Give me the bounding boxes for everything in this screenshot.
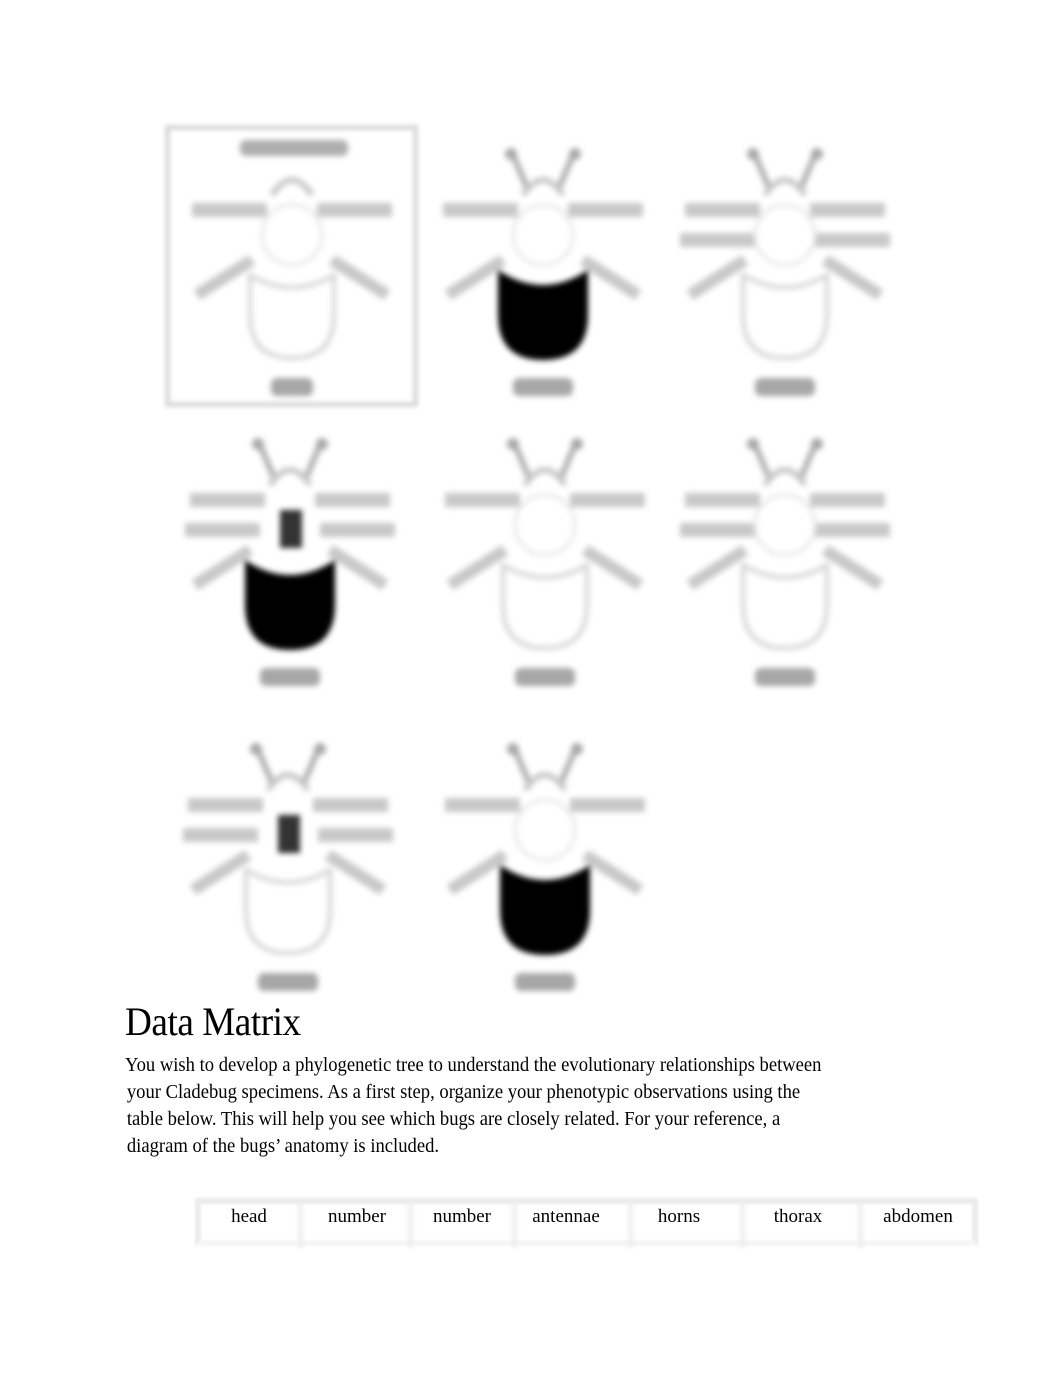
- abdomen-icon: [498, 270, 588, 360]
- bug-specimen: [425, 725, 665, 1005]
- bug-specimen: [665, 420, 905, 700]
- antenna-tip-icon: [571, 438, 583, 450]
- table-header-head: head: [231, 1206, 267, 1227]
- bug-specimen: [170, 420, 410, 700]
- bug-name-label-blurred: [271, 378, 313, 396]
- antenna-tip-icon: [569, 148, 581, 160]
- antenna-tip-icon: [507, 743, 519, 755]
- antenna-tip-icon: [571, 743, 583, 755]
- head-icon: [762, 177, 808, 197]
- bug-name-label-blurred: [755, 378, 815, 396]
- table-header-thorax: thorax: [773, 1206, 823, 1227]
- antenna-tip-icon: [811, 438, 823, 450]
- antenna-icon: [510, 153, 576, 192]
- thorax-icon: [513, 493, 577, 557]
- bug-name-label-blurred: [755, 668, 815, 686]
- thorax-icon: [753, 493, 817, 557]
- antenna-tip-icon: [314, 743, 326, 755]
- paragraph-line: table below. This will help you see whic…: [126, 1108, 781, 1130]
- antenna-icon: [257, 443, 323, 482]
- antenna-tip-icon: [811, 148, 823, 160]
- antenna-tip-icon: [505, 148, 517, 160]
- anatomy-diagram-bug: [172, 130, 412, 410]
- bug-specimen: [665, 130, 905, 410]
- antenna-icon: [512, 443, 578, 482]
- bug-name-label-blurred: [513, 378, 573, 396]
- antenna-tip-icon: [316, 438, 328, 450]
- head-icon: [522, 772, 568, 792]
- antenna-tip-icon: [250, 743, 262, 755]
- table-header-number: number: [327, 1206, 387, 1227]
- head-icon: [762, 467, 808, 487]
- antenna-tip-icon: [747, 438, 759, 450]
- head-icon: [269, 177, 315, 197]
- abdomen-icon: [500, 865, 590, 955]
- bug-illustrations: [0, 0, 1062, 1000]
- head-icon: [265, 772, 311, 792]
- bug-specimen: [425, 420, 665, 700]
- thorax-icon: [753, 203, 817, 267]
- antenna-icon: [255, 748, 321, 787]
- table-header-number: number: [432, 1206, 492, 1227]
- abdomen-icon: [244, 866, 332, 956]
- antenna-icon: [752, 153, 818, 192]
- bug-specimen: [168, 725, 408, 1005]
- table-header-horns: horns: [657, 1206, 701, 1227]
- thorax-icon: [260, 203, 324, 267]
- section-title: Data Matrix: [125, 999, 301, 1044]
- bug-name-label-blurred: [515, 973, 575, 991]
- antenna-icon: [512, 748, 578, 787]
- thorax-icon: [513, 798, 577, 862]
- intro-paragraph: You wish to develop a phylogenetic tree …: [125, 1052, 869, 1160]
- thorax-icon: [511, 203, 575, 267]
- abdomen-icon: [501, 561, 589, 651]
- paragraph-line: your Cladebug specimens. As a first step…: [126, 1081, 801, 1103]
- bug-name-label-blurred: [260, 668, 320, 686]
- table-header-antennae: antennae: [532, 1206, 600, 1227]
- head-icon: [267, 467, 313, 487]
- antenna-icon: [752, 443, 818, 482]
- antenna-tip-icon: [507, 438, 519, 450]
- head-icon: [522, 467, 568, 487]
- abdomen-icon: [248, 271, 336, 361]
- antenna-tip-icon: [252, 438, 264, 450]
- bug-name-label-blurred: [515, 668, 575, 686]
- bug-name-label-blurred: [258, 973, 318, 991]
- abdomen-icon: [245, 560, 335, 650]
- thorax-icon: [280, 510, 302, 548]
- table-header-abdomen: abdomen: [883, 1206, 953, 1227]
- paragraph-line: You wish to develop a phylogenetic tree …: [125, 1054, 822, 1076]
- thorax-icon: [278, 815, 300, 853]
- bug-specimen: [423, 130, 663, 410]
- abdomen-icon: [741, 271, 829, 361]
- abdomen-icon: [741, 561, 829, 651]
- paragraph-line: diagram of the bugs’ anatomy is included…: [126, 1135, 440, 1157]
- antenna-tip-icon: [747, 148, 759, 160]
- head-icon: [520, 177, 566, 197]
